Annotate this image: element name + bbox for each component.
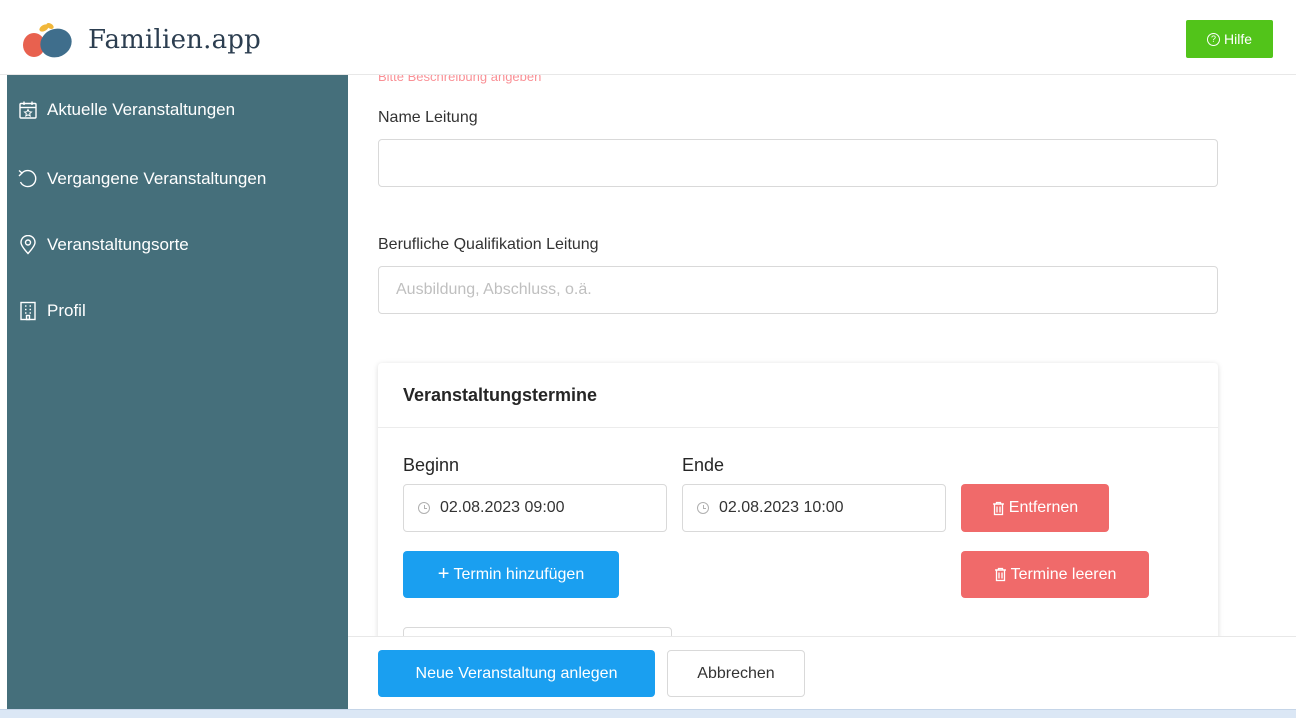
end-datetime-input[interactable]: 02.08.2023 10:00 xyxy=(682,484,946,532)
leader-qualification-input[interactable]: Ausbildung, Abschluss, o.ä. xyxy=(378,266,1218,314)
description-error: Bitte Beschreibung angeben xyxy=(378,75,542,84)
clear-dates-label: Termine leeren xyxy=(1010,565,1117,583)
taskbar xyxy=(0,709,1296,718)
end-label: Ende xyxy=(682,455,725,475)
app-name: Familien.app xyxy=(88,25,261,55)
form-footer: Neue Veranstaltung anlegen Abbrechen xyxy=(348,636,1296,709)
leader-name-label: Name Leitung xyxy=(378,109,478,126)
help-button-label: Hilfe xyxy=(1223,31,1252,47)
leader-qualification-label: Berufliche Qualifikation Leitung xyxy=(378,236,599,253)
sidebar-item-current-events[interactable]: Aktuelle Veranstaltungen xyxy=(7,92,348,128)
building-icon xyxy=(17,300,39,322)
logo-icon xyxy=(23,23,72,58)
help-button[interactable]: ? Hilfe xyxy=(1186,20,1273,58)
begin-datetime-input[interactable]: 02.08.2023 09:00 xyxy=(403,484,667,532)
event-dates-card: Veranstaltungstermine Beginn Ende 02.08.… xyxy=(378,363,1218,636)
question-circle-icon: ? xyxy=(1206,32,1220,46)
sidebar-item-locations[interactable]: Veranstaltungsorte xyxy=(7,227,348,263)
history-icon xyxy=(17,168,39,190)
clock-icon xyxy=(697,502,709,514)
sidebar-item-profile[interactable]: Profil xyxy=(7,293,348,329)
remove-date-button[interactable]: Entfernen xyxy=(961,484,1109,532)
clock-icon xyxy=(418,502,430,514)
app-logo[interactable]: Familien.app xyxy=(20,20,261,60)
clear-dates-button[interactable]: Termine leeren xyxy=(961,551,1149,598)
begin-label: Beginn xyxy=(403,455,460,475)
sidebar-item-label: Aktuelle Veranstaltungen xyxy=(47,100,236,119)
event-dates-title: Veranstaltungstermine xyxy=(403,385,598,405)
plus-icon: + xyxy=(437,562,450,585)
sidebar-item-label: Profil xyxy=(47,301,86,320)
location-pin-icon xyxy=(17,234,39,256)
sidebar: Aktuelle Veranstaltungen Vergangene Vera… xyxy=(7,75,348,709)
calendar-star-icon xyxy=(17,99,39,121)
add-date-button[interactable]: + Termin hinzufügen xyxy=(403,551,619,598)
app-header: Familien.app ? Hilfe xyxy=(0,0,1296,75)
main-content: Bitte Beschreibung angeben Name Leitung … xyxy=(348,75,1296,636)
cancel-button[interactable]: Abbrechen xyxy=(667,650,805,697)
remove-date-label: Entfernen xyxy=(1008,499,1079,516)
trash-icon xyxy=(992,501,1004,515)
add-date-label: Termin hinzufügen xyxy=(453,565,585,583)
end-datetime-value: 02.08.2023 10:00 xyxy=(719,499,844,516)
sidebar-item-past-events[interactable]: Vergangene Veranstaltungen xyxy=(7,161,348,197)
sidebar-item-label: Vergangene Veranstaltungen xyxy=(47,169,267,188)
sidebar-item-label: Veranstaltungsorte xyxy=(47,235,189,254)
leader-name-input[interactable] xyxy=(378,139,1218,187)
trash-icon xyxy=(994,567,1006,582)
create-event-button[interactable]: Neue Veranstaltung anlegen xyxy=(378,650,655,697)
card-divider xyxy=(378,427,1218,428)
begin-datetime-value: 02.08.2023 09:00 xyxy=(440,499,565,516)
leader-qualification-placeholder: Ausbildung, Abschluss, o.ä. xyxy=(396,281,592,298)
partial-hidden-input[interactable] xyxy=(403,627,672,636)
